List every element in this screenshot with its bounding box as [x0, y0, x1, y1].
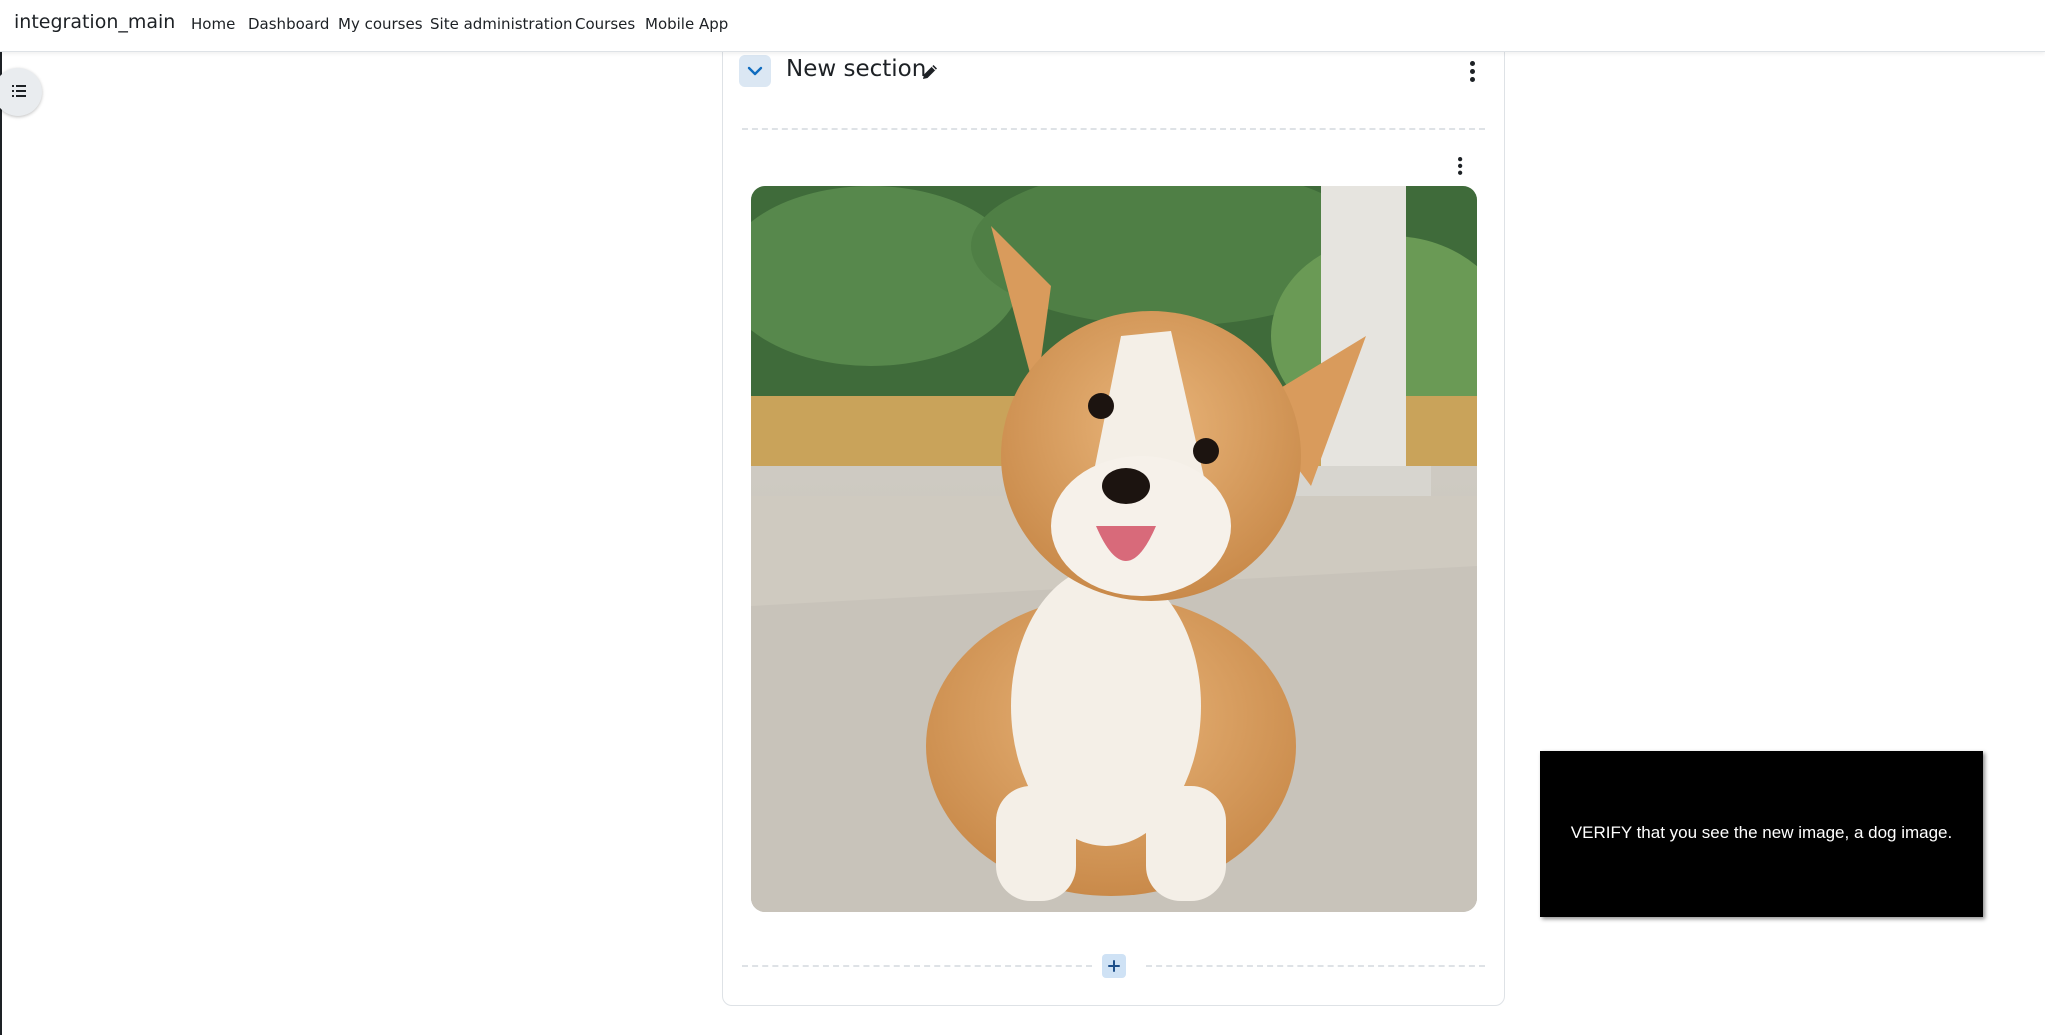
nav-mobile-app[interactable]: Mobile App: [645, 15, 728, 33]
section-divider: [742, 128, 1485, 130]
section-menu-button[interactable]: [1470, 61, 1475, 85]
pencil-icon[interactable]: [921, 63, 939, 81]
kebab-dot: [1470, 77, 1475, 82]
nav-site-administration[interactable]: Site administration: [430, 15, 573, 33]
site-brand[interactable]: integration_main: [14, 11, 175, 33]
verification-text: VERIFY that you see the new image, a dog…: [1570, 823, 1953, 842]
add-section-divider-right: [1146, 965, 1485, 967]
chevron-down-icon: [747, 66, 763, 76]
activity-menu-button[interactable]: [1458, 157, 1463, 177]
window-edge: [0, 0, 2, 1035]
add-section-divider-left: [742, 965, 1092, 967]
top-navbar: integration_main Home Dashboard My cours…: [0, 0, 2045, 52]
kebab-menu-icon: [1470, 61, 1475, 66]
nav-courses[interactable]: Courses: [575, 15, 635, 33]
kebab-menu-icon: [1458, 157, 1463, 162]
plus-icon: [1108, 960, 1120, 972]
kebab-dot: [1470, 69, 1475, 74]
nav-home[interactable]: Home: [191, 15, 235, 33]
dog-image: [751, 186, 1477, 912]
course-index-toggle-button[interactable]: [0, 68, 42, 116]
nav-my-courses[interactable]: My courses: [338, 15, 423, 33]
section-title: New section: [786, 56, 927, 82]
kebab-dot: [1458, 163, 1463, 169]
nav-dashboard[interactable]: Dashboard: [248, 15, 329, 33]
verification-notice: VERIFY that you see the new image, a dog…: [1540, 751, 1983, 917]
list-icon: [12, 85, 26, 97]
add-section-button[interactable]: [1102, 954, 1126, 978]
kebab-dot: [1458, 170, 1463, 175]
dog-photo: [751, 186, 1477, 912]
section-collapse-button[interactable]: [739, 55, 771, 87]
